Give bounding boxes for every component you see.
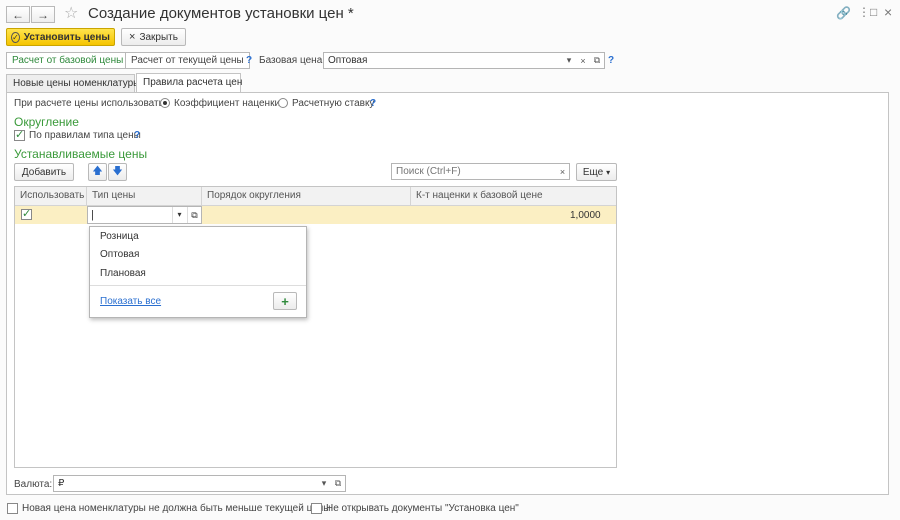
no-open-docs-checkbox[interactable] — [311, 503, 322, 514]
close-label: Закрыть — [139, 31, 178, 43]
calc-from-base-button[interactable]: Расчет от базовой цены — [6, 52, 130, 69]
column-header-price-type[interactable]: Тип цены — [87, 187, 202, 206]
maximize-icon[interactable]: □ — [870, 5, 877, 19]
no-open-docs-checkbox-label: Не открывать документы "Установка цен" — [326, 503, 519, 514]
open-icon: ⧉ — [334, 478, 342, 488]
show-all-link[interactable]: Показать все — [100, 296, 161, 307]
currency-label: Валюта: — [14, 479, 53, 490]
base-price-field[interactable]: Оптовая — [323, 52, 563, 69]
clear-icon: × — [559, 166, 566, 177]
close-button[interactable]: × Закрыть — [121, 28, 186, 46]
dropdown-item-wholesale[interactable]: Оптовая — [100, 249, 139, 260]
table-row[interactable]: ✓ | ▾ ⧉ 1,0000 — [15, 206, 616, 224]
link-icon[interactable]: 🔗 — [836, 6, 851, 20]
open-icon: ⧉ — [191, 210, 198, 220]
radio-coeff-label: Коэффициент наценки — [174, 98, 281, 109]
dropdown-item-planned[interactable]: Плановая — [100, 268, 146, 279]
chevron-down-icon: ▾ — [177, 210, 182, 219]
dropdown-item-retail[interactable]: Розница — [100, 231, 139, 242]
arrow-right-icon: → — [37, 7, 49, 22]
arrow-down-icon: 🡇 — [112, 165, 123, 177]
check-circle-icon: ✓ — [11, 31, 20, 43]
price-type-dropdown: Розница Оптовая Плановая Показать все + — [89, 226, 307, 318]
forward-button[interactable]: → — [31, 6, 55, 23]
star-icon[interactable]: ☆ — [64, 3, 78, 23]
apply-prices-button[interactable]: ✓ Установить цены — [6, 28, 115, 46]
close-x-icon: × — [129, 31, 136, 43]
row-use-checkbox[interactable]: ✓ — [21, 209, 32, 220]
column-header-rounding[interactable]: Порядок округления — [202, 187, 411, 206]
search-clear-button[interactable]: × — [556, 163, 570, 180]
min-price-checkbox[interactable] — [7, 503, 18, 514]
help-icon[interactable]: ? — [246, 55, 252, 66]
search-input[interactable] — [391, 163, 557, 180]
close-icon[interactable]: × — [884, 4, 892, 20]
help-icon-3[interactable]: ? — [370, 98, 376, 109]
base-price-dropdown-button[interactable]: ▾ — [562, 52, 577, 69]
tab-price-rules[interactable]: Правила расчета цен — [136, 73, 242, 92]
chevron-down-icon: ▾ — [566, 55, 572, 65]
row-price-type-field[interactable]: | ▾ ⧉ — [87, 206, 202, 224]
help-icon-2[interactable]: ? — [608, 55, 614, 66]
divider — [90, 285, 306, 286]
chevron-down-icon: ▾ — [606, 167, 611, 177]
text-cursor: | — [91, 209, 94, 221]
chevron-down-icon: ▾ — [321, 478, 327, 488]
base-price-label: Базовая цена: — [259, 55, 326, 66]
arrow-left-icon: ← — [12, 7, 24, 22]
currency-dropdown-button[interactable]: ▾ — [317, 475, 332, 492]
arrow-up-icon: 🡅 — [92, 165, 103, 177]
column-header-use[interactable]: Использовать — [15, 187, 87, 206]
rounding-checkbox-label: По правилам типа цены — [29, 130, 141, 141]
apply-prices-label: Установить цены — [23, 31, 110, 43]
more-button[interactable]: Еще ▾ — [576, 163, 617, 181]
radio-coeff[interactable] — [160, 98, 170, 108]
column-header-coeff[interactable]: К-т наценки к базовой цене — [411, 187, 616, 206]
move-down-button[interactable]: 🡇 — [108, 163, 127, 181]
min-price-checkbox-label: Новая цена номенклатуры не должна быть м… — [22, 503, 331, 514]
more-label: Еще — [582, 166, 604, 178]
add-button[interactable]: Добавить — [14, 163, 74, 181]
currency-field[interactable]: ₽ — [53, 475, 318, 492]
currency-open-button[interactable]: ⧉ — [331, 475, 346, 492]
tab-new-prices[interactable]: Новые цены номенклатуры — [6, 74, 140, 92]
base-price-open-button[interactable]: ⧉ — [590, 52, 605, 69]
page-title: Создание документов установки цен * — [88, 5, 354, 22]
use-label: При расчете цены использовать: — [14, 98, 167, 109]
move-up-button[interactable]: 🡅 — [88, 163, 107, 181]
plus-icon: + — [281, 293, 289, 309]
back-button[interactable]: ← — [6, 6, 30, 23]
rounding-checkbox[interactable]: ✓ — [14, 130, 25, 141]
open-icon: ⧉ — [593, 55, 601, 65]
help-icon-4[interactable]: ? — [134, 130, 140, 141]
prices-title: Устанавливаемые цены — [14, 147, 148, 161]
add-price-type-button[interactable]: + — [273, 292, 297, 310]
row-coeff-value[interactable]: 1,0000 — [570, 210, 601, 221]
radio-rate-label: Расчетную ставку — [292, 98, 375, 109]
calc-from-current-button[interactable]: Расчет от текущей цены — [125, 52, 250, 69]
price-type-open-button[interactable]: ⧉ — [187, 207, 201, 223]
radio-rate[interactable] — [278, 98, 288, 108]
clear-icon: × — [580, 55, 586, 66]
rounding-title: Округление — [14, 115, 79, 129]
price-type-dropdown-button[interactable]: ▾ — [172, 207, 186, 223]
base-price-clear-button[interactable]: × — [576, 52, 591, 69]
menu-icon[interactable]: ⋮ — [858, 5, 870, 19]
